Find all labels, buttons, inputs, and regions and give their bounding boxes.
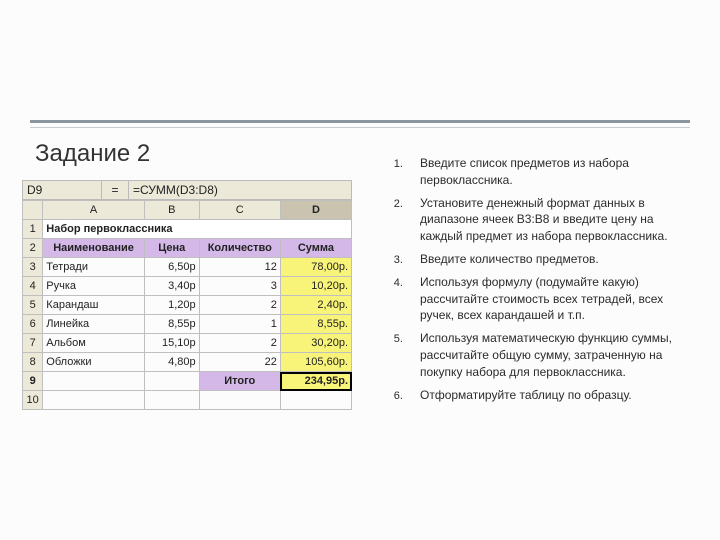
instruction-item: Введите количество предметов. (406, 251, 692, 268)
cell-name: Обложки (43, 353, 145, 372)
empty-cell (43, 372, 145, 391)
rownum: 6 (23, 315, 43, 334)
rownum: 3 (23, 258, 43, 277)
row-2: 2 Наименование Цена Количество Сумма (23, 239, 352, 258)
rownum: 10 (23, 391, 43, 410)
cell-qty: 1 (199, 315, 280, 334)
hdr-name: Наименование (43, 239, 145, 258)
cell-price: 15,10р (144, 334, 199, 353)
instruction-item: Установите денежный формат данных в диап… (406, 195, 692, 245)
instruction-item: Используя формулу (подумайте какую) расс… (406, 274, 692, 324)
rownum: 5 (23, 296, 43, 315)
cell-name: Ручка (43, 277, 145, 296)
hdr-qty: Количество (199, 239, 280, 258)
instruction-item: Используя математическую функцию суммы, … (406, 330, 692, 380)
empty-cell (144, 391, 199, 410)
cell-qty: 22 (199, 353, 280, 372)
spreadsheet: D9 = =СУММ(D3:D8) A B C D 1 Набор первок… (22, 180, 352, 410)
formula-bar: D9 = =СУММ(D3:D8) (22, 180, 352, 200)
cell-sum: 78,00р. (280, 258, 351, 277)
rownum: 4 (23, 277, 43, 296)
instruction-text: Введите список предметов из набора перво… (420, 156, 629, 187)
rownum: 9 (23, 372, 43, 391)
cell-price: 1,20р (144, 296, 199, 315)
cell-sum: 8,55р. (280, 315, 351, 334)
empty-cell (144, 372, 199, 391)
instruction-text: Отформатируйте таблицу по образцу. (420, 388, 632, 402)
cell-price: 8,55р (144, 315, 199, 334)
row-1: 1 Набор первоклассника (23, 220, 352, 239)
cells-grid: A B C D 1 Набор первоклассника 2 Наимено… (22, 200, 352, 410)
empty-cell (43, 391, 145, 410)
col-d: D (280, 201, 351, 220)
cell-qty: 3 (199, 277, 280, 296)
instruction-item: Отформатируйте таблицу по образцу. (406, 387, 692, 404)
row-3: 3 Тетради 6,50р 12 78,00р. (23, 258, 352, 277)
row-6: 6 Линейка 8,55р 1 8,55р. (23, 315, 352, 334)
instruction-item: Введите список предметов из набора перво… (406, 155, 692, 189)
total-value: 234,95р. (280, 372, 351, 391)
hdr-sum: Сумма (280, 239, 351, 258)
empty-cell (199, 391, 280, 410)
row-7: 7 Альбом 15,10р 2 30,20р. (23, 334, 352, 353)
cell-qty: 2 (199, 334, 280, 353)
cell-sum: 10,20р. (280, 277, 351, 296)
cell-name: Карандаш (43, 296, 145, 315)
instruction-text: Введите количество предметов. (420, 252, 599, 266)
empty-cell (280, 391, 351, 410)
hdr-price: Цена (144, 239, 199, 258)
col-b: B (144, 201, 199, 220)
slide-title: Задание 2 (35, 140, 150, 168)
cell-sum: 105,60р. (280, 353, 351, 372)
cell-name: Альбом (43, 334, 145, 353)
row-8: 8 Обложки 4,80р 22 105,60р. (23, 353, 352, 372)
instruction-text: Установите денежный формат данных в диап… (420, 196, 668, 244)
instructions: Введите список предметов из набора перво… (380, 155, 692, 409)
cell-address-box: D9 (23, 181, 102, 199)
total-label: Итого (199, 372, 280, 391)
cell-qty: 12 (199, 258, 280, 277)
accent-rule (30, 120, 690, 128)
cell-name: Тетради (43, 258, 145, 277)
cell-price: 4,80р (144, 353, 199, 372)
cell-price: 6,50р (144, 258, 199, 277)
cell-sum: 2,40р. (280, 296, 351, 315)
col-c: C (199, 201, 280, 220)
cell-qty: 2 (199, 296, 280, 315)
row-10: 10 (23, 391, 352, 410)
col-a: A (43, 201, 145, 220)
corner-cell (23, 201, 43, 220)
rownum: 8 (23, 353, 43, 372)
table-title: Набор первоклассника (43, 220, 352, 239)
cell-price: 3,40р (144, 277, 199, 296)
formula-content: =СУММ(D3:D8) (129, 181, 351, 199)
instruction-text: Используя математическую функцию суммы, … (420, 331, 672, 379)
column-headers: A B C D (23, 201, 352, 220)
cell-sum: 30,20р. (280, 334, 351, 353)
row-5: 5 Карандаш 1,20р 2 2,40р. (23, 296, 352, 315)
rownum: 2 (23, 239, 43, 258)
row-4: 4 Ручка 3,40р 3 10,20р. (23, 277, 352, 296)
instruction-text: Используя формулу (подумайте какую) расс… (420, 275, 663, 323)
cell-name: Линейка (43, 315, 145, 334)
row-9: 9 Итого 234,95р. (23, 372, 352, 391)
rownum: 1 (23, 220, 43, 239)
rownum: 7 (23, 334, 43, 353)
equals-label: = (102, 181, 129, 199)
